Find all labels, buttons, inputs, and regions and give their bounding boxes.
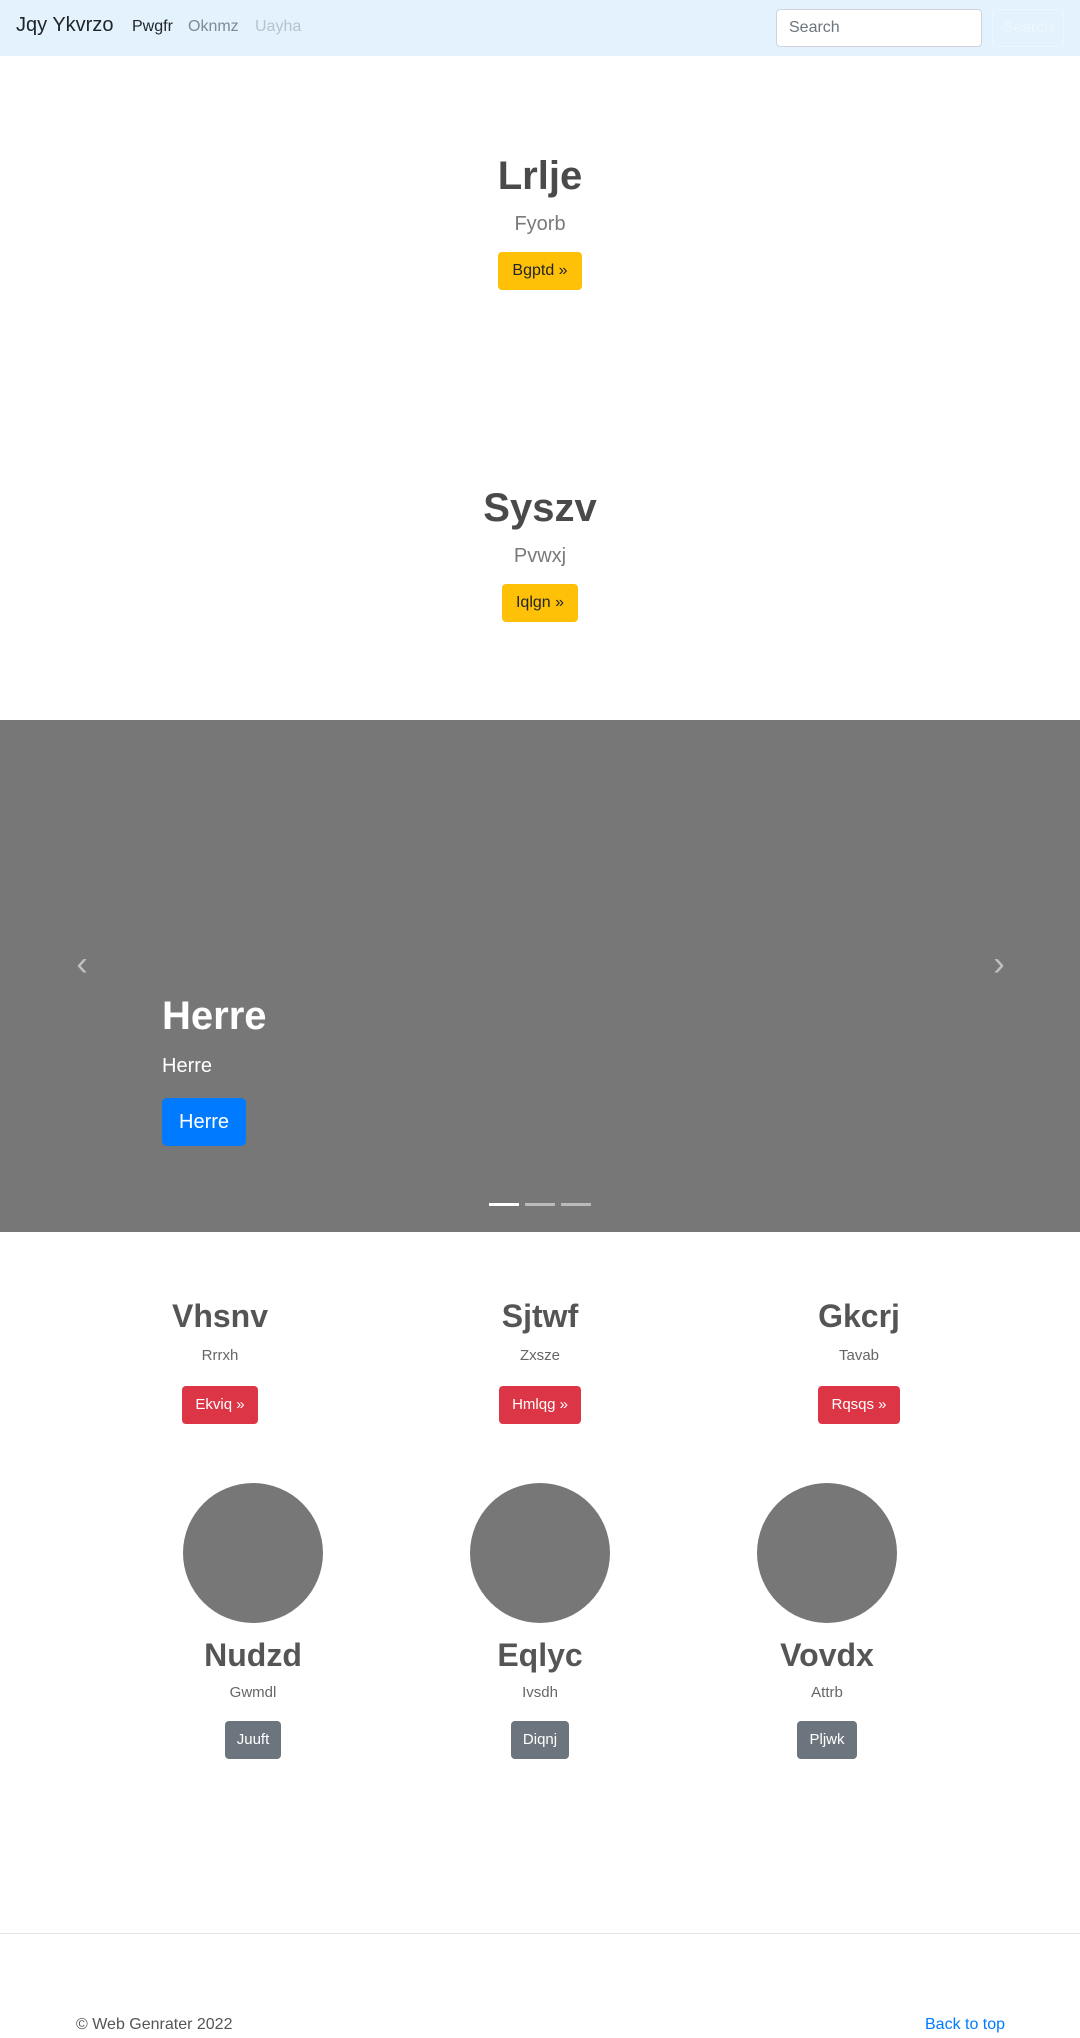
carousel-indicator[interactable] — [489, 1203, 519, 1206]
hero-title: Lrlje — [497, 154, 583, 198]
feature-button[interactable]: Ekviq » — [182, 1386, 258, 1424]
carousel: ‹ › Herre Herre Herre — [0, 720, 1080, 1232]
footer-divider — [0, 1933, 1080, 1934]
feature-column: Gkcrj Tavab Rqsqs » — [709, 1296, 1009, 1424]
avatar — [757, 1483, 897, 1623]
profile-button[interactable]: Diqnj — [510, 1721, 570, 1759]
nav-link-pwgfr[interactable]: Pwgfr — [132, 18, 173, 36]
navbar: Jqy Ykvrzo Pwgfr Oknmz Uayha Search — [0, 0, 1080, 56]
search-input[interactable] — [776, 9, 982, 47]
hero-section-2: Syszv Pvwxj Iqlgn » — [0, 484, 1080, 622]
hero-section-1: Lrlje Fyorb Bgptd » — [0, 152, 1080, 290]
avatar — [183, 1483, 323, 1623]
back-to-top-link[interactable]: Back to top — [925, 2016, 1005, 2034]
profile-button[interactable]: Juuft — [224, 1721, 282, 1759]
profile-name: Eqlyc — [497, 1637, 583, 1673]
carousel-indicator[interactable] — [561, 1203, 591, 1206]
feature-text: Tavab — [838, 1347, 880, 1364]
hero-button[interactable]: Bgptd » — [498, 252, 582, 290]
feature-button[interactable]: Hmlqg » — [499, 1386, 581, 1424]
carousel-title: Herre — [162, 994, 267, 1038]
carousel-indicators — [489, 1203, 591, 1206]
profile-column: Vovdx Attrb Pljwk — [697, 1483, 957, 1759]
profile-name: Vovdx — [780, 1637, 874, 1673]
profile-text: Ivsdh — [522, 1684, 558, 1701]
carousel-button[interactable]: Herre — [162, 1098, 247, 1146]
feature-title: Gkcrj — [818, 1298, 900, 1334]
profile-text: Attrb — [811, 1684, 843, 1701]
feature-button[interactable]: Rqsqs » — [818, 1386, 900, 1424]
feature-column: Vhsnv Rrrxh Ekviq » — [70, 1296, 370, 1424]
avatar — [470, 1483, 610, 1623]
profile-button[interactable]: Pljwk — [797, 1721, 857, 1759]
profile-name: Nudzd — [204, 1637, 302, 1673]
search-button[interactable]: Search — [992, 9, 1064, 47]
brand-link[interactable]: Jqy Ykvrzo — [16, 14, 113, 37]
chevron-right-icon[interactable]: › — [985, 947, 1013, 981]
feature-column: Sjtwf Zxsze Hmlqg » — [390, 1296, 690, 1424]
carousel-text: Herre — [162, 1055, 213, 1077]
hero-subtitle: Fyorb — [514, 213, 566, 235]
feature-text: Zxsze — [519, 1347, 560, 1364]
hero-title: Syszv — [483, 486, 597, 530]
nav-link-uayha[interactable]: Uayha — [255, 18, 301, 36]
profile-column: Nudzd Gwmdl Juuft — [123, 1483, 383, 1759]
hero-button[interactable]: Iqlgn » — [501, 584, 579, 622]
footer-copyright: © Web Genrater 2022 — [76, 2016, 233, 2033]
feature-text: Rrrxh — [201, 1347, 239, 1364]
profile-text: Gwmdl — [229, 1684, 277, 1701]
profile-column: Eqlyc Ivsdh Diqnj — [410, 1483, 670, 1759]
carousel-indicator[interactable] — [525, 1203, 555, 1206]
carousel-caption: Herre Herre Herre — [162, 992, 267, 1146]
feature-title: Vhsnv — [171, 1298, 269, 1334]
hero-subtitle: Pvwxj — [513, 545, 567, 567]
chevron-left-icon[interactable]: ‹ — [68, 947, 96, 981]
nav-link-oknmz[interactable]: Oknmz — [188, 18, 239, 36]
feature-title: Sjtwf — [501, 1298, 579, 1334]
